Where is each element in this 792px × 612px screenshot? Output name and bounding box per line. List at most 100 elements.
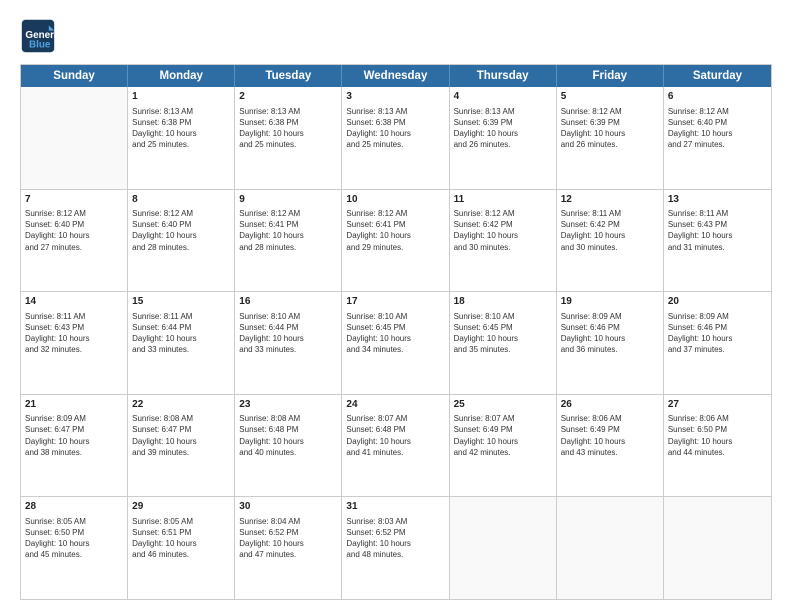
calendar-cell: 30 Sunrise: 8:04 AM Sunset: 6:52 PM Dayli… xyxy=(235,497,342,599)
cell-info: Sunrise: 8:11 AM Sunset: 6:43 PM Dayligh… xyxy=(25,311,123,356)
weekday-header: Wednesday xyxy=(342,65,449,87)
header: General Blue xyxy=(20,18,772,54)
cell-info: Sunrise: 8:08 AM Sunset: 6:48 PM Dayligh… xyxy=(239,413,337,458)
cell-info: Sunrise: 8:12 AM Sunset: 6:39 PM Dayligh… xyxy=(561,106,659,151)
logo-icon: General Blue xyxy=(20,18,56,54)
calendar-cell xyxy=(664,497,771,599)
calendar-cell: 11Sunrise: 8:12 AM Sunset: 6:42 PM Dayli… xyxy=(450,190,557,292)
calendar-cell: 23Sunrise: 8:08 AM Sunset: 6:48 PM Dayli… xyxy=(235,395,342,497)
day-number: 26 xyxy=(561,398,659,412)
weekday-header: Tuesday xyxy=(235,65,342,87)
day-number: 27 xyxy=(668,398,767,412)
calendar-cell: 27Sunrise: 8:06 AM Sunset: 6:50 PM Dayli… xyxy=(664,395,771,497)
day-number: 15 xyxy=(132,295,230,309)
day-number: 6 xyxy=(668,90,767,104)
cell-info: Sunrise: 8:10 AM Sunset: 6:45 PM Dayligh… xyxy=(454,311,552,356)
cell-info: Sunrise: 8:08 AM Sunset: 6:47 PM Dayligh… xyxy=(132,413,230,458)
day-number: 7 xyxy=(25,193,123,207)
calendar-cell: 1 Sunrise: 8:13 AM Sunset: 6:38 PM Daylig… xyxy=(128,87,235,189)
cell-info: Sunrise: 8:11 AM Sunset: 6:44 PM Dayligh… xyxy=(132,311,230,356)
calendar-cell: 28Sunrise: 8:05 AM Sunset: 6:50 PM Dayli… xyxy=(21,497,128,599)
cell-info: Sunrise: 8:07 AM Sunset: 6:48 PM Dayligh… xyxy=(346,413,444,458)
calendar-cell: 19Sunrise: 8:09 AM Sunset: 6:46 PM Dayli… xyxy=(557,292,664,394)
calendar-cell: 10Sunrise: 8:12 AM Sunset: 6:41 PM Dayli… xyxy=(342,190,449,292)
day-number: 4 xyxy=(454,90,552,104)
calendar-cell: 21Sunrise: 8:09 AM Sunset: 6:47 PM Dayli… xyxy=(21,395,128,497)
weekday-header: Monday xyxy=(128,65,235,87)
day-number: 20 xyxy=(668,295,767,309)
cell-info: Sunrise: 8:10 AM Sunset: 6:45 PM Dayligh… xyxy=(346,311,444,356)
cell-info: Sunrise: 8:12 AM Sunset: 6:40 PM Dayligh… xyxy=(668,106,767,151)
cell-info: Sunrise: 8:03 AM Sunset: 6:52 PM Dayligh… xyxy=(346,516,444,561)
logo: General Blue xyxy=(20,18,62,54)
calendar-cell: 31 Sunrise: 8:03 AM Sunset: 6:52 PM Dayli… xyxy=(342,497,449,599)
calendar-cell: 26Sunrise: 8:06 AM Sunset: 6:49 PM Dayli… xyxy=(557,395,664,497)
day-number: 25 xyxy=(454,398,552,412)
day-number: 2 xyxy=(239,90,337,104)
calendar-cell: 18 Sunrise: 8:10 AM Sunset: 6:45 PM Dayli… xyxy=(450,292,557,394)
cell-info: Sunrise: 8:12 AM Sunset: 6:41 PM Dayligh… xyxy=(239,208,337,253)
calendar-cell: 13Sunrise: 8:11 AM Sunset: 6:43 PM Dayli… xyxy=(664,190,771,292)
calendar-row: 1 Sunrise: 8:13 AM Sunset: 6:38 PM Daylig… xyxy=(21,87,771,190)
cell-info: Sunrise: 8:09 AM Sunset: 6:46 PM Dayligh… xyxy=(668,311,767,356)
day-number: 22 xyxy=(132,398,230,412)
calendar-cell: 15 Sunrise: 8:11 AM Sunset: 6:44 PM Dayli… xyxy=(128,292,235,394)
day-number: 8 xyxy=(132,193,230,207)
cell-info: Sunrise: 8:10 AM Sunset: 6:44 PM Dayligh… xyxy=(239,311,337,356)
calendar-cell xyxy=(557,497,664,599)
calendar-row: 7Sunrise: 8:12 AM Sunset: 6:40 PM Daylig… xyxy=(21,190,771,293)
calendar-cell: 24Sunrise: 8:07 AM Sunset: 6:48 PM Dayli… xyxy=(342,395,449,497)
weekday-header: Thursday xyxy=(450,65,557,87)
cell-info: Sunrise: 8:05 AM Sunset: 6:50 PM Dayligh… xyxy=(25,516,123,561)
cell-info: Sunrise: 8:11 AM Sunset: 6:43 PM Dayligh… xyxy=(668,208,767,253)
day-number: 11 xyxy=(454,193,552,207)
day-number: 23 xyxy=(239,398,337,412)
calendar-row: 14 Sunrise: 8:11 AM Sunset: 6:43 PM Dayli… xyxy=(21,292,771,395)
day-number: 17 xyxy=(346,295,444,309)
day-number: 1 xyxy=(132,90,230,104)
calendar-cell: 20 Sunrise: 8:09 AM Sunset: 6:46 PM Dayli… xyxy=(664,292,771,394)
day-number: 19 xyxy=(561,295,659,309)
cell-info: Sunrise: 8:06 AM Sunset: 6:49 PM Dayligh… xyxy=(561,413,659,458)
calendar-cell: 8Sunrise: 8:12 AM Sunset: 6:40 PM Daylig… xyxy=(128,190,235,292)
calendar-header: SundayMondayTuesdayWednesdayThursdayFrid… xyxy=(21,65,771,87)
calendar-cell: 29 Sunrise: 8:05 AM Sunset: 6:51 PM Dayli… xyxy=(128,497,235,599)
day-number: 21 xyxy=(25,398,123,412)
calendar-cell: 14 Sunrise: 8:11 AM Sunset: 6:43 PM Dayli… xyxy=(21,292,128,394)
day-number: 9 xyxy=(239,193,337,207)
day-number: 30 xyxy=(239,500,337,514)
day-number: 16 xyxy=(239,295,337,309)
cell-info: Sunrise: 8:13 AM Sunset: 6:38 PM Dayligh… xyxy=(239,106,337,151)
svg-text:Blue: Blue xyxy=(29,40,51,51)
day-number: 31 xyxy=(346,500,444,514)
day-number: 13 xyxy=(668,193,767,207)
day-number: 5 xyxy=(561,90,659,104)
calendar-cell: 2 Sunrise: 8:13 AM Sunset: 6:38 PM Daylig… xyxy=(235,87,342,189)
calendar-row: 21Sunrise: 8:09 AM Sunset: 6:47 PM Dayli… xyxy=(21,395,771,498)
weekday-header: Friday xyxy=(557,65,664,87)
cell-info: Sunrise: 8:12 AM Sunset: 6:42 PM Dayligh… xyxy=(454,208,552,253)
day-number: 3 xyxy=(346,90,444,104)
day-number: 29 xyxy=(132,500,230,514)
day-number: 18 xyxy=(454,295,552,309)
cell-info: Sunrise: 8:05 AM Sunset: 6:51 PM Dayligh… xyxy=(132,516,230,561)
day-number: 12 xyxy=(561,193,659,207)
calendar-cell: 6 Sunrise: 8:12 AM Sunset: 6:40 PM Daylig… xyxy=(664,87,771,189)
cell-info: Sunrise: 8:13 AM Sunset: 6:38 PM Dayligh… xyxy=(132,106,230,151)
calendar-cell: 22Sunrise: 8:08 AM Sunset: 6:47 PM Dayli… xyxy=(128,395,235,497)
page: General Blue SundayMondayTuesdayWednesda… xyxy=(0,0,792,612)
cell-info: Sunrise: 8:04 AM Sunset: 6:52 PM Dayligh… xyxy=(239,516,337,561)
day-number: 24 xyxy=(346,398,444,412)
calendar: SundayMondayTuesdayWednesdayThursdayFrid… xyxy=(20,64,772,600)
calendar-cell: 5 Sunrise: 8:12 AM Sunset: 6:39 PM Daylig… xyxy=(557,87,664,189)
day-number: 14 xyxy=(25,295,123,309)
cell-info: Sunrise: 8:12 AM Sunset: 6:40 PM Dayligh… xyxy=(25,208,123,253)
calendar-cell: 9Sunrise: 8:12 AM Sunset: 6:41 PM Daylig… xyxy=(235,190,342,292)
calendar-cell xyxy=(21,87,128,189)
cell-info: Sunrise: 8:07 AM Sunset: 6:49 PM Dayligh… xyxy=(454,413,552,458)
cell-info: Sunrise: 8:12 AM Sunset: 6:41 PM Dayligh… xyxy=(346,208,444,253)
calendar-cell: 17 Sunrise: 8:10 AM Sunset: 6:45 PM Dayli… xyxy=(342,292,449,394)
calendar-row: 28Sunrise: 8:05 AM Sunset: 6:50 PM Dayli… xyxy=(21,497,771,599)
cell-info: Sunrise: 8:12 AM Sunset: 6:40 PM Dayligh… xyxy=(132,208,230,253)
calendar-body: 1 Sunrise: 8:13 AM Sunset: 6:38 PM Daylig… xyxy=(21,87,771,599)
